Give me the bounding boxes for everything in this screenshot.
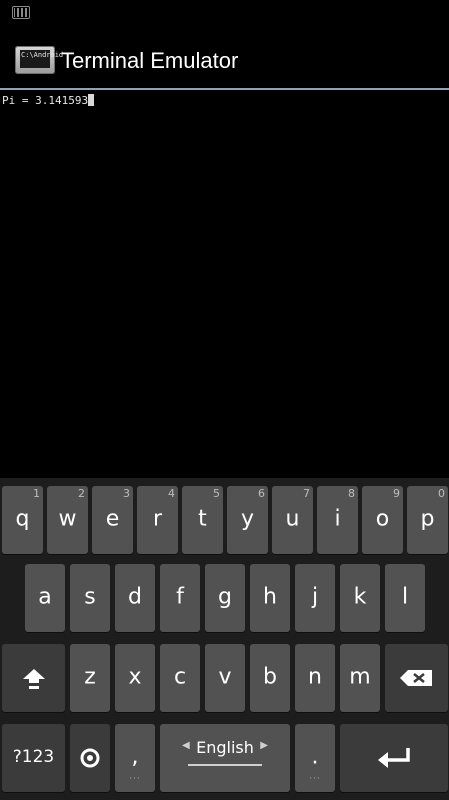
app-icon-text: C:\Android — [21, 51, 64, 59]
key-v[interactable]: v — [205, 644, 245, 712]
key-label: , — [131, 744, 139, 770]
backspace-icon — [400, 670, 432, 686]
terminal-line: Pi = 3.141593 — [2, 94, 95, 107]
key-hint: 3 — [123, 487, 130, 500]
key-hint: 0 — [438, 487, 445, 500]
key-label: b — [263, 664, 277, 690]
key-p[interactable]: 0p — [407, 486, 448, 554]
key-label: t — [198, 506, 207, 532]
key-a[interactable]: a — [25, 564, 65, 632]
symbols-key[interactable]: ?123 — [2, 724, 65, 792]
key-o[interactable]: 9o — [362, 486, 403, 554]
key-u[interactable]: 7u — [272, 486, 313, 554]
settings-key[interactable] — [70, 724, 110, 792]
key-w[interactable]: 2w — [47, 486, 88, 554]
key-label: k — [353, 584, 367, 610]
key-hint: 4 — [168, 487, 175, 500]
terminal-cursor — [88, 94, 95, 106]
key-label: c — [173, 664, 187, 690]
key-label: m — [349, 664, 371, 690]
key-label: . — [311, 744, 319, 770]
key-label: o — [375, 506, 390, 532]
key-x[interactable]: x — [115, 644, 155, 712]
period-key[interactable]: . ··· — [295, 724, 335, 792]
space-key[interactable]: ◀ English ▶ — [160, 724, 290, 792]
key-z[interactable]: z — [70, 644, 110, 712]
key-label: e — [105, 506, 120, 532]
key-label: a — [38, 584, 52, 610]
key-hint: 8 — [348, 487, 355, 500]
key-j[interactable]: j — [295, 564, 335, 632]
soft-keyboard: 1q 2w 3e 4r 5t 6y 7u 8i 9o 0p a s d f g … — [0, 478, 449, 800]
key-hint: 5 — [213, 487, 220, 500]
terminal-screen[interactable]: Pi = 3.141593 — [0, 90, 449, 478]
key-label: p — [420, 506, 435, 532]
key-r[interactable]: 4r — [137, 486, 178, 554]
key-label: w — [58, 506, 77, 532]
space-bar-indicator — [188, 764, 262, 766]
status-bar — [0, 0, 449, 26]
lang-right-arrow-icon: ▶ — [260, 740, 268, 751]
backspace-key[interactable] — [385, 644, 448, 712]
key-hint: 1 — [33, 487, 40, 500]
key-label: j — [311, 584, 319, 610]
key-label: i — [334, 506, 341, 532]
terminal-text: Pi = 3.141593 — [2, 94, 89, 107]
enter-icon — [378, 748, 410, 768]
key-d[interactable]: d — [115, 564, 155, 632]
key-y[interactable]: 6y — [227, 486, 268, 554]
key-label: g — [218, 584, 232, 610]
key-k[interactable]: k — [340, 564, 380, 632]
key-c[interactable]: c — [160, 644, 200, 712]
key-label: h — [263, 584, 277, 610]
key-hint: 7 — [303, 487, 310, 500]
key-label: ?123 — [12, 747, 55, 767]
key-label: y — [240, 506, 255, 532]
key-label: q — [15, 506, 30, 532]
key-i[interactable]: 8i — [317, 486, 358, 554]
app-title: Terminal Emulator — [61, 48, 239, 73]
shift-icon — [23, 669, 45, 689]
key-label: n — [308, 664, 322, 690]
key-label: l — [401, 584, 409, 610]
settings-icon — [80, 748, 100, 768]
key-hint: 6 — [258, 487, 265, 500]
key-l[interactable]: l — [385, 564, 425, 632]
key-h[interactable]: h — [250, 564, 290, 632]
key-g[interactable]: g — [205, 564, 245, 632]
shift-key[interactable] — [2, 644, 65, 712]
key-more-indicator: ··· — [129, 774, 141, 784]
key-label: f — [176, 584, 184, 610]
enter-key[interactable] — [340, 724, 448, 792]
key-label: z — [84, 664, 96, 690]
keyboard-icon — [12, 6, 30, 19]
key-t[interactable]: 5t — [182, 486, 223, 554]
key-label: s — [84, 584, 96, 610]
key-hint: 2 — [78, 487, 85, 500]
app-icon[interactable]: C:\Android — [15, 46, 63, 74]
key-m[interactable]: m — [340, 644, 380, 712]
key-b[interactable]: b — [250, 644, 290, 712]
key-label: d — [128, 584, 142, 610]
space-language-label: English — [196, 738, 254, 757]
key-f[interactable]: f — [160, 564, 200, 632]
key-n[interactable]: n — [295, 644, 335, 712]
key-hint: 9 — [393, 487, 400, 500]
key-more-indicator: ··· — [309, 774, 321, 784]
key-label: r — [152, 506, 163, 532]
key-label: u — [285, 506, 300, 532]
comma-key[interactable]: , ··· — [115, 724, 155, 792]
key-label: v — [218, 664, 232, 690]
key-label: x — [128, 664, 142, 690]
key-e[interactable]: 3e — [92, 486, 133, 554]
key-q[interactable]: 1q — [2, 486, 43, 554]
key-s[interactable]: s — [70, 564, 110, 632]
